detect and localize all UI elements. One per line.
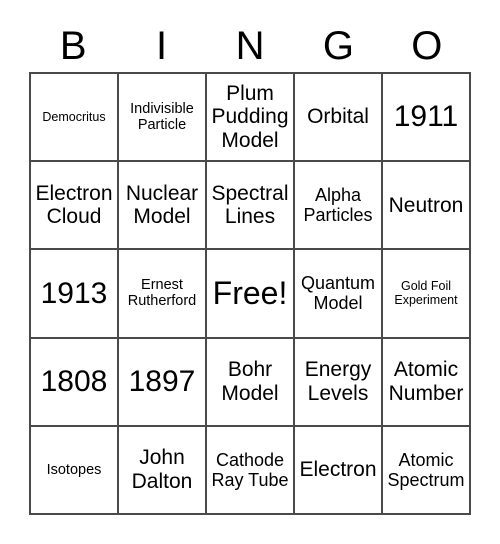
header-letter-n: N (235, 24, 265, 68)
bingo-cell[interactable]: Alpha Particles (295, 162, 383, 251)
header-letter-g: G (322, 24, 354, 68)
bingo-cell-label: 1911 (393, 100, 459, 134)
bingo-header-row: B I N G O (29, 20, 471, 72)
bingo-cell-free-space[interactable]: Free! (207, 250, 295, 339)
bingo-cell[interactable]: Energy Levels (295, 338, 383, 427)
bingo-cell[interactable]: Orbital (295, 74, 383, 163)
bingo-cell-label: 1897 (128, 364, 196, 398)
bingo-cell[interactable]: Electron Cloud (31, 162, 119, 251)
bingo-cell-label: Nuclear Model (125, 181, 199, 229)
bingo-cell[interactable]: Nuclear Model (119, 162, 207, 251)
bingo-cell-label: Atomic Number (388, 358, 464, 405)
bingo-cell[interactable]: Bohr Model (207, 338, 295, 427)
bingo-cell-label: Electron Cloud (35, 181, 113, 229)
bingo-cell-label: Plum Pudding Model (211, 81, 289, 152)
bingo-cell[interactable]: Atomic Spectrum (383, 426, 471, 515)
bingo-cell-label: 1913 (40, 276, 108, 310)
bingo-cell-label: Gold Foil Experiment (394, 279, 458, 308)
bingo-cell[interactable]: Spectral Lines (207, 162, 295, 251)
bingo-cell[interactable]: 1808 (31, 338, 119, 427)
bingo-cell[interactable]: Democritus (31, 74, 119, 163)
bingo-cell[interactable]: John Dalton (119, 426, 207, 515)
bingo-cell-label: Isotopes (46, 461, 102, 478)
bingo-cell-label: 1808 (40, 364, 108, 398)
header-letter-b: B (59, 24, 87, 68)
bingo-cell-label: Spectral Lines (211, 181, 289, 229)
bingo-cell[interactable]: Ernest Rutherford (119, 250, 207, 339)
bingo-cell[interactable]: Plum Pudding Model (207, 74, 295, 163)
bingo-cell[interactable]: 1897 (119, 338, 207, 427)
bingo-cell-label: Quantum Model (300, 273, 376, 314)
bingo-cell-label: Neutron (388, 193, 464, 217)
bingo-cell-label: Atomic Spectrum (387, 449, 465, 490)
bingo-cell-label: Electron (299, 458, 377, 482)
bingo-cell-label: Energy Levels (304, 358, 372, 405)
bingo-cell[interactable]: Atomic Number (383, 338, 471, 427)
bingo-cell-label: Cathode Ray Tube (211, 449, 289, 490)
bingo-grid: Democritus Indivisible Particle Plum Puddi… (29, 72, 471, 515)
bingo-cell-label: John Dalton (131, 446, 193, 493)
bingo-cell-label: Democritus (42, 110, 106, 125)
bingo-cell[interactable]: Isotopes (31, 426, 119, 515)
bingo-cell-label: Bohr Model (221, 358, 279, 405)
bingo-cell-label: Alpha Particles (303, 185, 373, 226)
bingo-cell[interactable]: Electron (295, 426, 383, 515)
bingo-cell[interactable]: Indivisible Particle (119, 74, 207, 163)
header-letter-o: O (411, 24, 443, 68)
bingo-cell-label: Free! (212, 274, 288, 311)
bingo-cell[interactable]: Quantum Model (295, 250, 383, 339)
bingo-cell[interactable]: Neutron (383, 162, 471, 251)
bingo-cell[interactable]: Gold Foil Experiment (383, 250, 471, 339)
bingo-cell[interactable]: Cathode Ray Tube (207, 426, 295, 515)
bingo-card: B I N G O Democritus Indivisible Particle… (0, 0, 500, 544)
bingo-cell[interactable]: 1913 (31, 250, 119, 339)
header-letter-i: I (156, 24, 168, 68)
bingo-cell-label: Indivisible Particle (130, 100, 194, 134)
bingo-cell-label: Orbital (307, 105, 369, 129)
bingo-cell-label: Ernest Rutherford (127, 277, 197, 310)
bingo-cell[interactable]: 1911 (383, 74, 471, 163)
